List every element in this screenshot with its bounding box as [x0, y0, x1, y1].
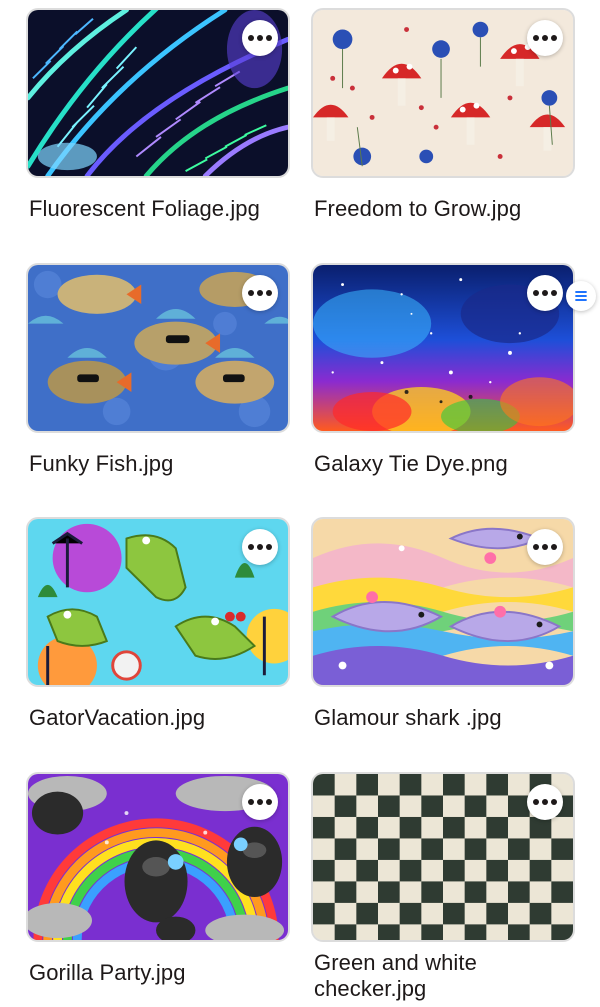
file-thumbnail[interactable] — [26, 772, 290, 942]
file-tile[interactable]: Funky Fish.jpg — [26, 263, 290, 477]
file-thumbnail[interactable] — [311, 772, 575, 942]
file-name[interactable]: Glamour shark .jpg — [311, 705, 571, 731]
file-name[interactable]: GatorVacation.jpg — [26, 705, 286, 731]
file-name[interactable]: Green and white checker.jpg — [311, 950, 571, 1002]
file-thumbnail[interactable] — [311, 263, 575, 433]
file-thumbnail[interactable] — [26, 263, 290, 433]
more-options-button[interactable] — [527, 784, 563, 820]
file-tile[interactable]: Glamour shark .jpg — [311, 517, 575, 731]
file-tile[interactable]: Fluorescent Foliage.jpg — [26, 8, 290, 222]
more-horizontal-icon — [533, 544, 539, 550]
file-grid: Fluorescent Foliage.jpg Freedom to Grow.… — [0, 0, 600, 1007]
file-name[interactable]: Freedom to Grow.jpg — [311, 196, 571, 222]
more-options-button[interactable] — [242, 20, 278, 56]
list-view-button[interactable] — [566, 281, 596, 311]
more-horizontal-icon — [248, 35, 254, 41]
more-horizontal-icon — [248, 290, 254, 296]
file-tile[interactable]: GatorVacation.jpg — [26, 517, 290, 731]
file-name[interactable]: Funky Fish.jpg — [26, 451, 286, 477]
more-options-button[interactable] — [242, 275, 278, 311]
file-thumbnail[interactable] — [26, 517, 290, 687]
more-options-button[interactable] — [527, 529, 563, 565]
file-tile[interactable]: Freedom to Grow.jpg — [311, 8, 575, 222]
more-horizontal-icon — [248, 799, 254, 805]
more-horizontal-icon — [248, 544, 254, 550]
file-name[interactable]: Fluorescent Foliage.jpg — [26, 196, 286, 222]
file-thumbnail[interactable] — [311, 8, 575, 178]
file-tile[interactable]: Green and white checker.jpg — [311, 772, 575, 1002]
more-horizontal-icon — [533, 35, 539, 41]
file-thumbnail[interactable] — [311, 517, 575, 687]
file-name[interactable]: Galaxy Tie Dye.png — [311, 451, 571, 477]
more-horizontal-icon — [533, 799, 539, 805]
more-options-button[interactable] — [527, 20, 563, 56]
file-tile[interactable]: Galaxy Tie Dye.png — [311, 263, 575, 477]
more-options-button[interactable] — [242, 529, 278, 565]
file-tile[interactable]: Gorilla Party.jpg — [26, 772, 290, 986]
more-options-button[interactable] — [242, 784, 278, 820]
more-horizontal-icon — [533, 290, 539, 296]
list-icon — [575, 291, 587, 301]
file-thumbnail[interactable] — [26, 8, 290, 178]
file-name[interactable]: Gorilla Party.jpg — [26, 960, 286, 986]
more-options-button[interactable] — [527, 275, 563, 311]
